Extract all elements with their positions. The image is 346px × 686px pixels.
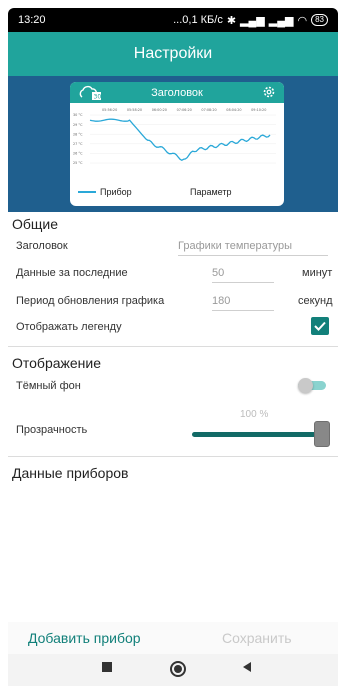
check-icon: [314, 321, 326, 331]
legend-item-device: Прибор: [78, 187, 190, 197]
y-tick-label: 28 °C: [73, 132, 83, 136]
x-tick-label: 05:58:20: [127, 108, 142, 112]
section-general-title: Общие: [12, 216, 59, 232]
section-display-title: Отображение: [12, 355, 102, 371]
wifi-icon: ◠: [297, 14, 308, 27]
network-speed: ...0,1 КБ/с: [173, 14, 223, 26]
x-tick-label: 05:56:20: [102, 108, 117, 112]
y-tick-label: 26 °C: [73, 152, 83, 156]
slider-track: [192, 432, 316, 437]
bluetooth-icon: ✱: [226, 14, 237, 27]
svg-text:30: 30: [94, 94, 102, 101]
x-tick-label: 08:04:20: [226, 108, 241, 112]
home-icon[interactable]: [169, 660, 187, 678]
y-tick-label: 25 °C: [73, 161, 83, 165]
toggle-thumb: [298, 378, 313, 393]
status-icons: ...0,1 КБ/с ✱ ▂▄▆ ▂▄▆ ◠ 83: [173, 14, 328, 27]
widget-header: 30 Заголовок: [70, 82, 284, 103]
x-tick-label: 06:00:20: [152, 108, 167, 112]
show-legend-label: Отображать легенду: [16, 321, 122, 333]
dark-background-label: Тёмный фон: [16, 380, 81, 392]
add-device-button[interactable]: Добавить прибор: [28, 630, 141, 646]
show-legend-checkbox[interactable]: [311, 317, 329, 335]
chart-legend: Прибор Параметр: [78, 187, 278, 197]
back-icon[interactable]: [240, 660, 254, 674]
temperature-chart: 05:56:20 05:58:20 06:00:20 07:06:20 07:08:20…: [73, 108, 276, 165]
data-period-unit: минут: [302, 267, 333, 279]
header-input[interactable]: Графики температуры: [178, 240, 328, 256]
cloud-sync-icon[interactable]: 30: [78, 84, 102, 103]
page-title: Настройки: [133, 45, 213, 62]
widget-title: Заголовок: [151, 86, 203, 99]
y-tick-label: 27 °C: [73, 142, 83, 146]
signal-icon: ▂▄▆: [240, 14, 265, 27]
app-bar: Настройки: [8, 32, 338, 76]
series-line: [89, 118, 271, 162]
y-tick-label: 29 °C: [73, 123, 83, 127]
legend-swatch: [78, 191, 96, 193]
section-devices-title: Данные приборов: [12, 465, 129, 481]
save-button[interactable]: Сохранить: [222, 630, 292, 646]
opacity-slider[interactable]: [192, 421, 332, 447]
x-tick-label: 07:08:20: [201, 108, 216, 112]
refresh-period-unit: секунд: [298, 295, 333, 307]
refresh-period-label: Период обновления графика: [16, 295, 165, 307]
divider: [8, 346, 338, 347]
status-time: 13:20: [18, 14, 46, 26]
divider: [8, 456, 338, 457]
battery-badge: 83: [311, 14, 328, 26]
legend-label-param: Параметр: [190, 187, 232, 197]
x-tick-label: 09:10:20: [251, 108, 266, 112]
opacity-value: 100 %: [240, 409, 269, 420]
data-period-label: Данные за последние: [16, 267, 128, 279]
widget-card: 30 Заголовок 05:56:20 05:58:20 06:00:20 07:…: [70, 82, 284, 206]
gear-icon[interactable]: [262, 85, 276, 102]
data-period-input[interactable]: 50: [212, 267, 274, 283]
opacity-label: Прозрачность: [16, 424, 88, 436]
signal-icon-2: ▂▄▆: [268, 14, 294, 27]
widget-preview: 30 Заголовок 05:56:20 05:58:20 06:00:20 07:…: [8, 76, 338, 212]
recent-apps-icon[interactable]: [100, 660, 114, 674]
slider-handle[interactable]: [314, 421, 330, 447]
x-tick-label: 07:06:20: [177, 108, 192, 112]
dark-background-toggle[interactable]: [298, 378, 328, 393]
refresh-period-input[interactable]: 180: [212, 295, 274, 311]
header-label: Заголовок: [16, 240, 68, 252]
legend-label-device: Прибор: [100, 187, 132, 197]
y-tick-label: 30 °C: [73, 113, 83, 117]
status-bar: 13:20 ...0,1 КБ/с ✱ ▂▄▆ ▂▄▆ ◠ 83: [8, 8, 338, 32]
